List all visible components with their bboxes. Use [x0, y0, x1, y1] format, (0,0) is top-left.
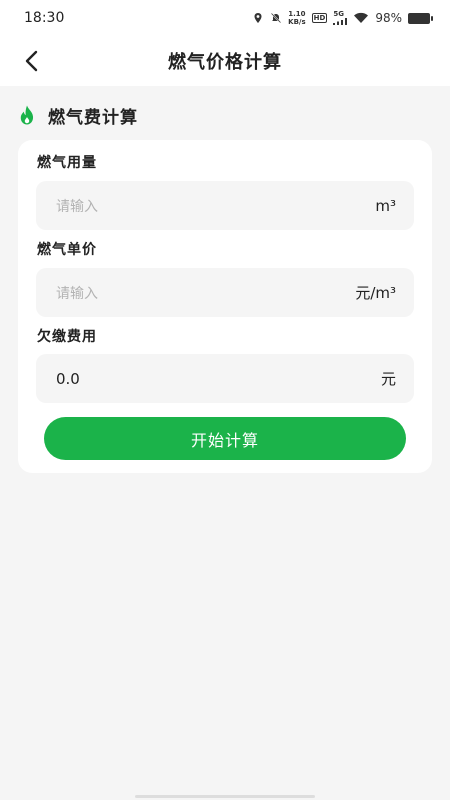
signal-label: 5G — [333, 10, 344, 18]
price-input-placeholder: 请输入 — [56, 285, 98, 302]
arrears-label: 欠缴费用 — [37, 329, 97, 345]
arrears-input[interactable]: 0.0 元 — [36, 354, 414, 403]
wifi-icon — [354, 12, 369, 23]
start-calculate-button[interactable]: 开始计算 — [44, 417, 406, 460]
section-title: 燃气费计算 — [16, 100, 138, 130]
price-label: 燃气单价 — [37, 242, 97, 258]
hd-badge: HD — [311, 13, 328, 23]
usage-input-placeholder: 请输入 — [56, 198, 98, 215]
arrears-unit: 元 — [380, 370, 396, 388]
calculator-card: 燃气用量 请输入 m³ 燃气单价 请输入 元/m³ 欠缴费用 0.0 元 开始计… — [18, 140, 432, 473]
status-bar: 18:30 1.10 KB/s HD 5G 98% — [0, 0, 450, 36]
net-speed: 1.10 KB/s — [288, 10, 305, 26]
chevron-left-icon — [25, 50, 38, 72]
usage-input[interactable]: 请输入 m³ — [36, 181, 414, 230]
battery-percent: 98% — [375, 11, 402, 25]
app-header: 燃气价格计算 — [0, 36, 450, 86]
page-title: 燃气价格计算 — [168, 52, 282, 73]
net-speed-unit: KB/s — [288, 18, 306, 26]
status-time: 18:30 — [24, 10, 65, 26]
section-title-text: 燃气费计算 — [48, 107, 138, 128]
back-button[interactable] — [18, 47, 46, 75]
usage-label: 燃气用量 — [37, 155, 97, 171]
battery-icon — [408, 12, 433, 24]
signal-bars-icon — [333, 18, 348, 25]
arrears-value: 0.0 — [56, 369, 80, 388]
usage-unit: m³ — [375, 196, 396, 215]
flame-icon — [20, 105, 34, 125]
price-unit: 元/m³ — [355, 284, 396, 302]
cell-signal: 5G — [333, 10, 348, 25]
mute-bell-icon — [271, 12, 282, 24]
net-speed-value: 1.10 — [288, 10, 306, 18]
price-input[interactable]: 请输入 元/m³ — [36, 268, 414, 317]
home-indicator[interactable] — [135, 795, 315, 798]
status-icons: 1.10 KB/s HD 5G 98% — [252, 10, 433, 26]
location-icon — [254, 13, 262, 23]
